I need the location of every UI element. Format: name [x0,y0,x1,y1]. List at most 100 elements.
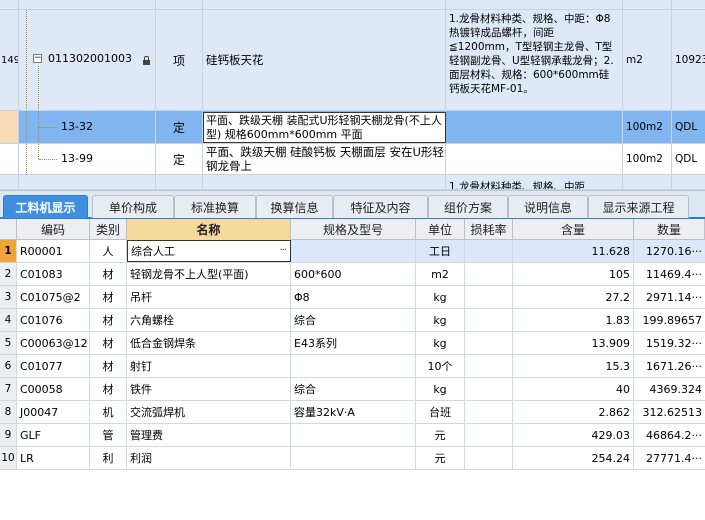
material-code[interactable]: C01083 [17,263,90,285]
material-spec[interactable]: 600*600 [291,263,416,285]
material-category: 材 [90,309,127,331]
more-options-icon[interactable]: ··· [279,245,286,256]
material-code[interactable]: LR [17,447,90,469]
material-name[interactable]: 轻钢龙骨不上人型(平面) [127,263,291,285]
material-code[interactable]: J00047 [17,401,90,423]
tab-pricing-scheme[interactable]: 组价方案 [428,195,508,218]
material-spec[interactable]: E43系列 [291,332,416,354]
material-loss-rate[interactable] [465,401,513,423]
material-row[interactable]: 6 C01077 材 射钉 10个 15.3 1671.26··· [0,355,705,378]
material-row[interactable]: 9 GLF 管 管理费 元 429.03 46864.2··· [0,424,705,447]
material-code[interactable]: C01076 [17,309,90,331]
tab-standard-conversion[interactable]: 标准换算 [174,195,256,218]
material-spec[interactable] [291,355,416,377]
header-name[interactable]: 名称 [127,219,291,240]
material-unit[interactable]: m2 [416,263,465,285]
tab-features-content[interactable]: 特征及内容 [333,195,428,218]
material-spec[interactable] [291,447,416,469]
material-name[interactable]: 吊杆 [127,286,291,308]
material-content[interactable]: 429.03 [513,424,634,446]
material-name[interactable]: 六角螺栓 [127,309,291,331]
material-code[interactable]: GLF [17,424,90,446]
material-unit[interactable]: kg [416,286,465,308]
header-category[interactable]: 类别 [90,219,127,240]
material-unit[interactable]: kg [416,332,465,354]
material-unit-text: m2 [431,267,449,281]
header-spec[interactable]: 规格及型号 [291,219,416,240]
tab-description[interactable]: 说明信息 [508,195,588,218]
material-content[interactable]: 11.628 [513,240,634,262]
material-code[interactable]: C01075@2 [17,286,90,308]
material-unit[interactable]: kg [416,309,465,331]
material-unit[interactable]: kg [416,378,465,400]
material-name[interactable]: 利润 [127,447,291,469]
material-content[interactable]: 254.24 [513,447,634,469]
material-unit[interactable]: 元 [416,424,465,446]
material-content[interactable]: 15.3 [513,355,634,377]
header-content[interactable]: 含量 [513,219,634,240]
material-loss-rate[interactable] [465,309,513,331]
material-row[interactable]: 4 C01076 材 六角螺栓 综合 kg 1.83 199.89657 [0,309,705,332]
quota-name-editor[interactable]: 平面、跌级天棚 装配式U形轻钢天棚龙骨(不上人型) 规格600mm*600mm … [203,112,446,143]
material-row[interactable]: 1 R00001 人 综合人工 ··· 工日 11.628 1270.16··· [0,240,705,263]
material-row[interactable]: 8 J00047 机 交流弧焊机 容量32kV·A 台班 2.862 312.62513 [0,401,705,424]
boq-item-row[interactable]: 149 − 011302001003 项 硅钙板天花 1.龙骨材料种类、规格、中… [0,10,705,111]
material-content[interactable]: 27.2 [513,286,634,308]
material-name[interactable]: 射钉 [127,355,291,377]
material-row[interactable]: 10 LR 利 利润 元 254.24 27771.4··· [0,447,705,470]
material-name[interactable]: 交流弧焊机 [127,401,291,423]
material-spec[interactable]: 综合 [291,309,416,331]
material-name[interactable]: 低合金钢焊条 [127,332,291,354]
material-row[interactable]: 5 C00063@12 材 低合金钢焊条 E43系列 kg 13.909 1519.32··· [0,332,705,355]
material-content[interactable]: 1.83 [513,309,634,331]
tab-conversion-info[interactable]: 换算信息 [256,195,333,218]
quota-row[interactable]: 13-99 定 平面、跌级天棚 硅酸钙板 天棚面层 安在U形轻钢龙骨上 100m… [0,144,705,175]
material-loss-rate[interactable] [465,263,513,285]
quota-row-selected[interactable]: 13-32 定 100m2 QDL 平面、跌级天棚 装配式U形轻钢天棚龙骨(不上… [0,111,705,144]
material-name[interactable]: 综合人工 ··· [127,240,291,262]
material-spec[interactable]: 容量32kV·A [291,401,416,423]
material-loss-rate[interactable] [465,447,513,469]
tab-show-source-project[interactable]: 显示来源工程 [588,195,689,218]
material-spec[interactable] [291,424,416,446]
header-loss-rate[interactable]: 损耗率 [465,219,513,240]
tab-unit-price-composition[interactable]: 单价构成 [92,195,174,218]
material-loss-rate[interactable] [465,355,513,377]
material-loss-rate[interactable] [465,240,513,262]
material-name[interactable]: 铁件 [127,378,291,400]
material-spec[interactable]: 综合 [291,378,416,400]
collapse-icon[interactable]: − [33,54,42,63]
material-loss-rate[interactable] [465,424,513,446]
material-content[interactable]: 105 [513,263,634,285]
material-row[interactable]: 3 C01075@2 材 吊杆 Φ8 kg 27.2 2971.14··· [0,286,705,309]
quota-name[interactable]: 平面、跌级天棚 硅酸钙板 天棚面层 安在U形轻钢龙骨上 [203,144,446,174]
material-code[interactable]: C00058 [17,378,90,400]
material-content[interactable]: 40 [513,378,634,400]
item-features[interactable]: 1.龙骨材料种类、规格、中距：Φ8热镀锌成品螺杆，间距≦1200mm，T型轻钢主… [446,10,623,110]
material-row[interactable]: 2 C01083 材 轻钢龙骨不上人型(平面) 600*600 m2 105 11469.4·… [0,263,705,286]
header-unit[interactable]: 单位 [416,219,465,240]
material-name[interactable]: 管理费 [127,424,291,446]
material-row[interactable]: 7 C00058 材 铁件 综合 kg 40 4369.324 [0,378,705,401]
header-quantity[interactable]: 数量 [634,219,705,240]
material-content[interactable]: 13.909 [513,332,634,354]
material-code[interactable]: C01077 [17,355,90,377]
item-code-cell[interactable]: − 011302001003 [19,10,156,110]
material-content[interactable]: 2.862 [513,401,634,423]
material-loss-rate[interactable] [465,332,513,354]
boq-row-partial-next[interactable]: 1.龙骨材料种类、规格、中距 [0,175,705,190]
boq-row-partial[interactable] [0,0,705,10]
item-name[interactable]: 硅钙板天花 [203,10,446,110]
material-spec[interactable]: Φ8 [291,286,416,308]
material-unit[interactable]: 工日 [416,240,465,262]
material-loss-rate[interactable] [465,378,513,400]
material-loss-rate[interactable] [465,286,513,308]
material-spec[interactable] [291,240,416,262]
material-unit[interactable]: 台班 [416,401,465,423]
header-code[interactable]: 编码 [17,219,90,240]
material-unit[interactable]: 10个 [416,355,465,377]
material-code[interactable]: R00001 [17,240,90,262]
material-unit[interactable]: 元 [416,447,465,469]
material-code[interactable]: C00063@12 [17,332,90,354]
tab-labor-material-machine[interactable]: 工料机显示 [3,195,88,218]
